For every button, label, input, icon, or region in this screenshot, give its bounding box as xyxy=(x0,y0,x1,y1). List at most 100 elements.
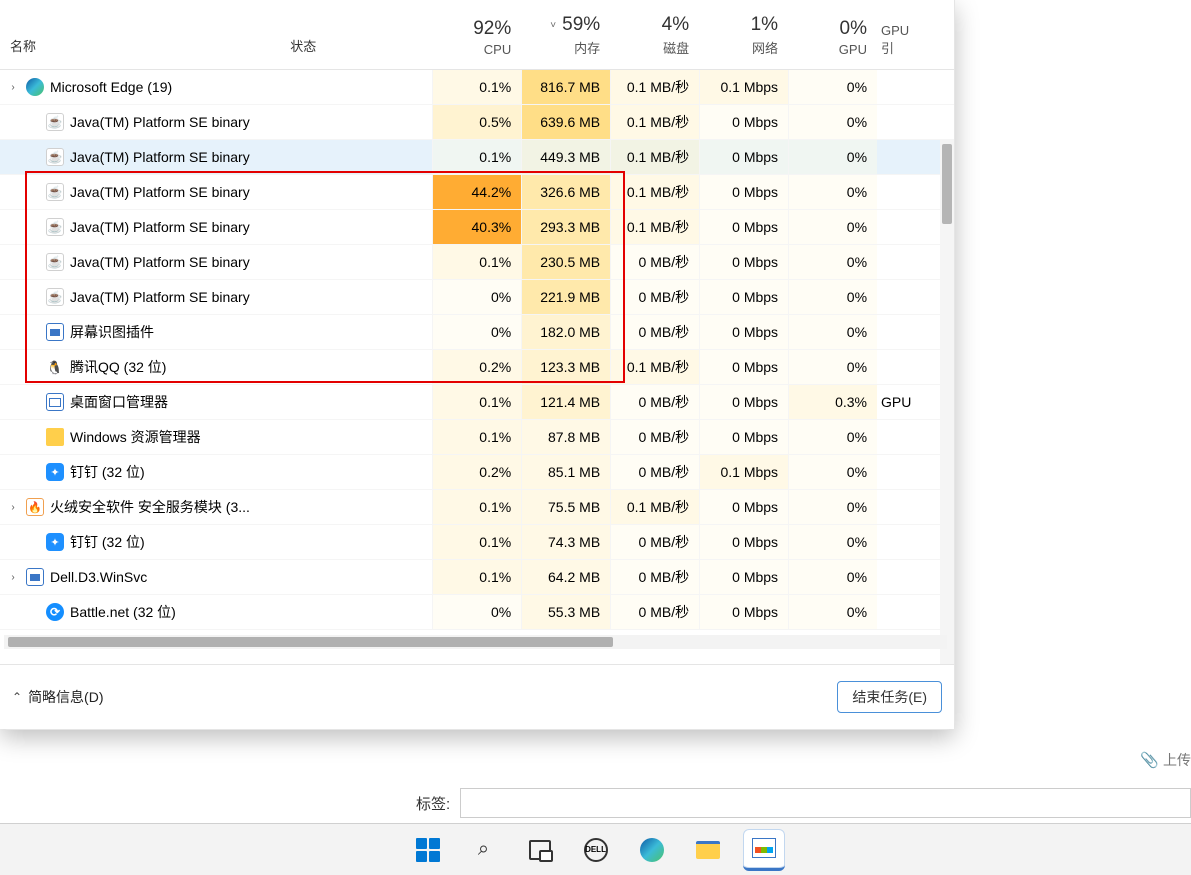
process-row[interactable]: ›Dell.D3.WinSvc0.1%64.2 MB0 MB/秒0 Mbps0% xyxy=(0,560,954,595)
cell-disk: 0 MB/秒 xyxy=(610,455,699,489)
process-name: Windows 资源管理器 xyxy=(70,427,201,447)
tags-label: 标签: xyxy=(416,793,450,814)
cell-net: 0 Mbps xyxy=(699,560,788,594)
process-name-cell: Java(TM) Platform SE binary xyxy=(4,183,290,201)
cell-mem: 55.3 MB xyxy=(521,595,610,629)
chevron-right-icon[interactable]: › xyxy=(6,572,20,583)
cell-gpu: 0.3% xyxy=(788,385,877,419)
task-view-button[interactable] xyxy=(519,829,561,871)
process-row[interactable]: Java(TM) Platform SE binary0.5%639.6 MB0… xyxy=(0,105,954,140)
process-row[interactable]: 桌面窗口管理器0.1%121.4 MB0 MB/秒0 Mbps0.3%GPU xyxy=(0,385,954,420)
process-name: 屏幕识图插件 xyxy=(70,322,154,342)
start-button[interactable] xyxy=(407,829,449,871)
col-status[interactable]: 状态 xyxy=(290,0,432,69)
col-network[interactable]: 1% 网络 xyxy=(699,0,788,69)
v-scroll-thumb[interactable] xyxy=(942,144,952,224)
cell-net: 0 Mbps xyxy=(699,420,788,454)
cell-cpu: 0% xyxy=(432,595,521,629)
cell-disk: 0 MB/秒 xyxy=(610,315,699,349)
cell-disk: 0.1 MB/秒 xyxy=(610,140,699,174)
cell-gpu-engine xyxy=(877,525,924,559)
process-name: Java(TM) Platform SE binary xyxy=(70,184,250,200)
cell-net: 0 Mbps xyxy=(699,490,788,524)
col-disk[interactable]: 4% 磁盘 xyxy=(610,0,699,69)
process-row[interactable]: ›火绒安全软件 安全服务模块 (3...0.1%75.5 MB0.1 MB/秒0… xyxy=(0,490,954,525)
process-row[interactable]: 钉钉 (32 位)0.2%85.1 MB0 MB/秒0.1 Mbps0% xyxy=(0,455,954,490)
process-name-cell: 钉钉 (32 位) xyxy=(4,462,290,482)
file-explorer-button[interactable] xyxy=(687,829,729,871)
fewer-details-toggle[interactable]: ⌃ 简略信息(D) xyxy=(12,687,104,707)
gpu-label: GPU xyxy=(839,42,867,57)
h-scroll-thumb[interactable] xyxy=(8,637,613,647)
chevron-right-icon[interactable]: › xyxy=(6,82,20,93)
process-name: Microsoft Edge (19) xyxy=(50,79,172,95)
cell-mem: 121.4 MB xyxy=(521,385,610,419)
process-row[interactable]: Java(TM) Platform SE binary0.1%449.3 MB0… xyxy=(0,140,954,175)
col-name[interactable]: 名称 xyxy=(4,0,290,69)
process-row[interactable]: ›Microsoft Edge (19)0.1%816.7 MB0.1 MB/秒… xyxy=(0,70,954,105)
edge-button[interactable] xyxy=(631,829,673,871)
process-name: 桌面窗口管理器 xyxy=(70,392,168,412)
dell-app-button[interactable]: DELL xyxy=(575,829,617,871)
java-icon xyxy=(46,183,64,201)
cell-cpu: 0.1% xyxy=(432,70,521,104)
col-gpu[interactable]: 0% GPU xyxy=(788,0,877,69)
cell-gpu-engine xyxy=(877,280,924,314)
cell-cpu: 0.2% xyxy=(432,455,521,489)
process-name-cell: ›火绒安全软件 安全服务模块 (3... xyxy=(4,497,290,517)
cell-net: 0 Mbps xyxy=(699,210,788,244)
performance-icon xyxy=(752,838,776,858)
cell-gpu: 0% xyxy=(788,70,877,104)
cell-disk: 0 MB/秒 xyxy=(610,595,699,629)
search-button[interactable]: ⌕ xyxy=(463,829,505,871)
edge-icon xyxy=(26,78,44,96)
end-task-button[interactable]: 结束任务(E) xyxy=(837,681,942,713)
process-name-cell: Java(TM) Platform SE binary xyxy=(4,253,290,271)
col-memory[interactable]: ˅ 59% 内存 xyxy=(521,0,610,69)
java-icon xyxy=(46,253,64,271)
process-row[interactable]: Java(TM) Platform SE binary44.2%326.6 MB… xyxy=(0,175,954,210)
cell-gpu: 0% xyxy=(788,560,877,594)
cell-mem: 230.5 MB xyxy=(521,245,610,279)
process-name: 钉钉 (32 位) xyxy=(70,532,145,552)
cell-mem: 87.8 MB xyxy=(521,420,610,454)
cell-disk: 0 MB/秒 xyxy=(610,385,699,419)
col-cpu[interactable]: 92% CPU xyxy=(432,0,521,69)
cell-mem: 639.6 MB xyxy=(521,105,610,139)
cell-mem: 75.5 MB xyxy=(521,490,610,524)
process-name: Java(TM) Platform SE binary xyxy=(70,219,250,235)
process-row[interactable]: Java(TM) Platform SE binary40.3%293.3 MB… xyxy=(0,210,954,245)
vertical-scrollbar[interactable] xyxy=(940,140,954,664)
cell-disk: 0.1 MB/秒 xyxy=(610,105,699,139)
process-row[interactable]: Java(TM) Platform SE binary 0.1%230.5 MB0… xyxy=(0,245,954,280)
cell-gpu-engine: GPU xyxy=(877,385,924,419)
java-icon xyxy=(46,288,64,306)
process-name-cell: › Microsoft Edge (19) xyxy=(4,78,290,96)
bg-upload-link[interactable]: 上传 xyxy=(1140,750,1191,770)
tags-input[interactable] xyxy=(460,788,1191,818)
col-gpu-engine[interactable]: . GPU 引 xyxy=(877,0,924,69)
cell-gpu: 0% xyxy=(788,595,877,629)
cell-gpu: 0% xyxy=(788,315,877,349)
cell-cpu: 0.1% xyxy=(432,245,521,279)
cell-net: 0 Mbps xyxy=(699,280,788,314)
horizontal-scrollbar[interactable] xyxy=(4,635,947,649)
process-row[interactable]: 屏幕识图插件0%182.0 MB0 MB/秒0 Mbps0% xyxy=(0,315,954,350)
chevron-right-icon[interactable]: › xyxy=(6,502,20,513)
process-row[interactable]: Java(TM) Platform SE binary0%221.9 MB0 M… xyxy=(0,280,954,315)
cpu-label: CPU xyxy=(484,42,511,57)
process-row[interactable]: 钉钉 (32 位)0.1%74.3 MB0 MB/秒0 Mbps0% xyxy=(0,525,954,560)
cell-gpu: 0% xyxy=(788,175,877,209)
cell-gpu: 0% xyxy=(788,140,877,174)
cell-gpu: 0% xyxy=(788,105,877,139)
mem-label: 内存 xyxy=(574,38,600,57)
process-row[interactable]: 腾讯QQ (32 位)0.2%123.3 MB0.1 MB/秒0 Mbps0% xyxy=(0,350,954,385)
process-row[interactable]: Battle.net (32 位)0%55.3 MB0 MB/秒0 Mbps0% xyxy=(0,595,954,630)
process-row[interactable]: Windows 资源管理器0.1%87.8 MB0 MB/秒0 Mbps0% xyxy=(0,420,954,455)
java-icon xyxy=(46,148,64,166)
dwm-icon xyxy=(46,393,64,411)
cell-disk: 0 MB/秒 xyxy=(610,245,699,279)
task-manager-taskbar-button[interactable] xyxy=(743,829,785,871)
cell-net: 0.1 Mbps xyxy=(699,455,788,489)
cell-cpu: 0.1% xyxy=(432,490,521,524)
